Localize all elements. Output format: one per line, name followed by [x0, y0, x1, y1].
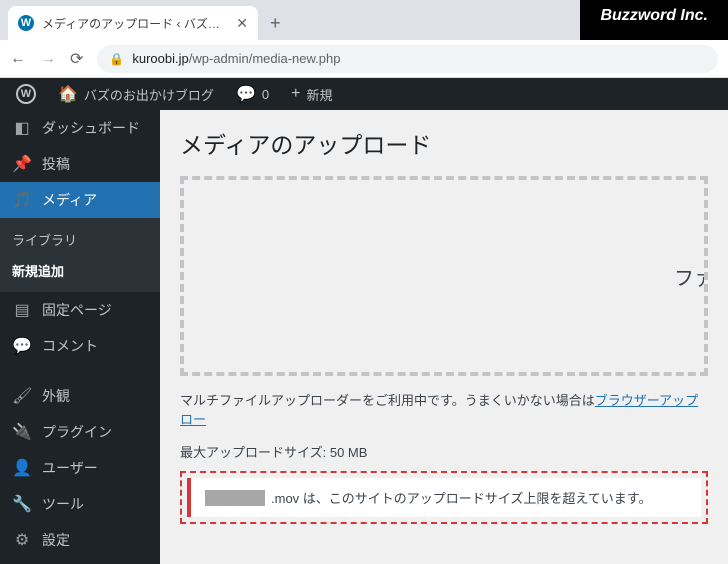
plugin-icon: 🔌	[12, 422, 32, 442]
wrench-icon: 🔧	[12, 494, 32, 514]
url-host: kuroobi.jp	[132, 51, 188, 66]
sidebar-item-pages[interactable]: ▤固定ページ	[0, 292, 160, 328]
comments-link[interactable]: 💬0	[228, 78, 277, 110]
sidebar-item-tools[interactable]: 🔧ツール	[0, 486, 160, 522]
forward-icon: →	[40, 50, 56, 68]
wp-admin-bar: W 🏠バズのお出かけブログ 💬0 +新規	[0, 78, 728, 110]
user-icon: 👤	[12, 458, 32, 478]
sidebar-subitem-add-new[interactable]: 新規追加	[0, 255, 160, 286]
media-submenu: ライブラリ 新規追加	[0, 218, 160, 292]
redacted-filename	[205, 490, 265, 506]
brush-icon: 🖌	[12, 386, 32, 406]
plus-icon: +	[291, 85, 300, 103]
browser-tab-strip: W メディアのアップロード ‹ バズのお出かけ ✕ + Buzzword Inc…	[0, 0, 728, 40]
close-icon[interactable]: ✕	[236, 15, 248, 32]
upload-error: .mov は、このサイトのアップロードサイズ上限を超えています。	[187, 478, 701, 517]
dashboard-icon: ◧	[12, 118, 32, 138]
settings-icon: ⚙	[12, 530, 32, 550]
page-icon: ▤	[12, 300, 32, 320]
reload-icon[interactable]: ⟳	[70, 49, 83, 69]
corporate-watermark: Buzzword Inc.	[580, 0, 728, 40]
sidebar-item-users[interactable]: 👤ユーザー	[0, 450, 160, 486]
new-content-link[interactable]: +新規	[283, 78, 340, 110]
browser-toolbar: ← → ⟳ 🔒 kuroobi.jp/wp-admin/media-new.ph…	[0, 40, 728, 78]
sidebar-item-posts[interactable]: 📌投稿	[0, 146, 160, 182]
media-icon: 🎵	[12, 190, 32, 210]
url-path: /wp-admin/media-new.php	[189, 51, 341, 66]
sidebar-item-appearance[interactable]: 🖌外観	[0, 378, 160, 414]
max-upload-size: 最大アップロードサイズ: 50 MB	[180, 442, 708, 461]
site-name-link[interactable]: 🏠バズのお出かけブログ	[50, 78, 222, 110]
back-icon[interactable]: ←	[10, 50, 26, 68]
comments-icon: 💬	[12, 336, 32, 356]
address-bar[interactable]: 🔒 kuroobi.jp/wp-admin/media-new.php	[97, 45, 718, 73]
uploader-note: マルチファイルアップローダーをご利用中です。うまくいかない場合はブラウザーアップ…	[180, 390, 708, 428]
lock-icon: 🔒	[109, 52, 124, 66]
tab-title: メディアのアップロード ‹ バズのお出かけ	[42, 15, 228, 32]
page-title: メディアのアップロード	[180, 126, 708, 160]
error-message: .mov は、このサイトのアップロードサイズ上限を超えています。	[271, 488, 651, 507]
sidebar-item-settings[interactable]: ⚙設定	[0, 522, 160, 558]
sidebar-item-comments[interactable]: 💬コメント	[0, 328, 160, 364]
new-tab-button[interactable]: +	[258, 13, 293, 40]
pin-icon: 📌	[12, 154, 32, 174]
admin-sidebar: ◧ダッシュボード 📌投稿 🎵メディア ライブラリ 新規追加 ▤固定ページ 💬コメ…	[0, 110, 160, 564]
wordpress-favicon: W	[18, 15, 34, 31]
upload-dropzone[interactable]: ファ	[180, 176, 708, 376]
sidebar-item-media[interactable]: 🎵メディア	[0, 182, 160, 218]
sidebar-item-dashboard[interactable]: ◧ダッシュボード	[0, 110, 160, 146]
home-icon: 🏠	[58, 84, 78, 104]
browser-tab[interactable]: W メディアのアップロード ‹ バズのお出かけ ✕	[8, 6, 258, 40]
wordpress-icon: W	[16, 84, 36, 104]
main-content: メディアのアップロード ファ マルチファイルアップローダーをご利用中です。うまく…	[160, 110, 728, 564]
comment-icon: 💬	[236, 84, 256, 104]
upload-error-highlight: .mov は、このサイトのアップロードサイズ上限を超えています。	[180, 471, 708, 524]
wp-logo-menu[interactable]: W	[8, 78, 44, 110]
dropzone-hint: ファ	[674, 262, 708, 291]
sidebar-item-plugins[interactable]: 🔌プラグイン	[0, 414, 160, 450]
sidebar-subitem-library[interactable]: ライブラリ	[0, 224, 160, 255]
